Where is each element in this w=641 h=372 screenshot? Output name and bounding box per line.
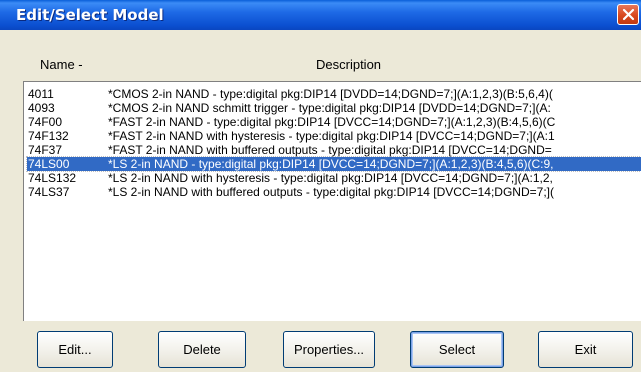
model-name: 4011 [28, 87, 54, 101]
model-description: *FAST 2-in NAND with buffered outputs - … [108, 143, 552, 157]
list-item[interactable]: 4011 *CMOS 2-in NAND - type:digital pkg:… [27, 87, 641, 101]
model-description: *CMOS 2-in NAND schmitt trigger - type:d… [108, 101, 551, 115]
model-list[interactable]: 4011 *CMOS 2-in NAND - type:digital pkg:… [23, 81, 641, 321]
column-header-description[interactable]: Description [316, 57, 381, 72]
close-icon [622, 8, 635, 21]
list-header: Name - Description [0, 53, 641, 77]
model-name: 74LS37 [28, 185, 70, 199]
column-header-name[interactable]: Name - [40, 57, 83, 72]
list-item[interactable]: 74LS132 *LS 2-in NAND with hysteresis - … [27, 171, 641, 185]
list-item[interactable]: 74F37 *FAST 2-in NAND with buffered outp… [27, 143, 641, 157]
model-description: *FAST 2-in NAND - type:digital pkg:DIP14… [108, 115, 556, 129]
model-description: *LS 2-in NAND with buffered outputs - ty… [108, 185, 554, 199]
model-name: 74F132 [28, 129, 69, 143]
edit-button[interactable]: Edit... [37, 331, 113, 368]
title-bar[interactable]: Edit/Select Model [0, 0, 641, 30]
model-description: *LS 2-in NAND with hysteresis - type:dig… [108, 171, 553, 185]
window-title: Edit/Select Model [16, 6, 164, 24]
model-description: *CMOS 2-in NAND - type:digital pkg:DIP14… [108, 87, 553, 101]
model-name: 74F00 [28, 115, 63, 129]
model-name: 4093 [28, 101, 55, 115]
model-name: 74F37 [28, 143, 63, 157]
select-button[interactable]: Select [410, 331, 504, 368]
list-item[interactable]: 4093 *CMOS 2-in NAND schmitt trigger - t… [27, 101, 641, 115]
model-description: *FAST 2-in NAND with hysteresis - type:d… [108, 129, 555, 143]
model-name: 74LS00 [28, 157, 70, 171]
edit-select-model-dialog: Edit/Select Model Name - Description 401… [0, 0, 641, 372]
properties-button[interactable]: Properties... [283, 331, 375, 368]
model-name: 74LS132 [28, 171, 77, 185]
close-button[interactable] [617, 4, 639, 25]
model-description: *LS 2-in NAND - type:digital pkg:DIP14 [… [108, 157, 554, 171]
list-item[interactable]: 74F00 *FAST 2-in NAND - type:digital pkg… [27, 115, 641, 129]
list-item-selected[interactable]: 74LS00 *LS 2-in NAND - type:digital pkg:… [26, 156, 641, 172]
list-item[interactable]: 74F132 *FAST 2-in NAND with hysteresis -… [27, 129, 641, 143]
list-item[interactable]: 74LS37 *LS 2-in NAND with buffered outpu… [27, 185, 641, 199]
exit-button[interactable]: Exit [538, 331, 633, 368]
delete-button[interactable]: Delete [158, 331, 246, 368]
